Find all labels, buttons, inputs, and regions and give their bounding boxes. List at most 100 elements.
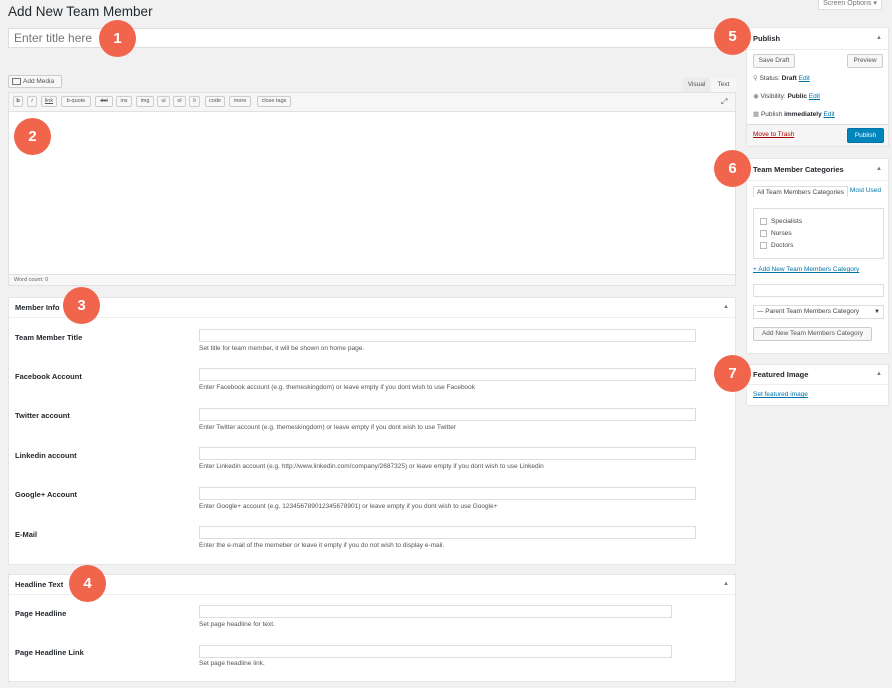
- quicktags-toolbar: b i link b-quote del ins img ul ol li co…: [9, 93, 735, 112]
- field-label: E-Mail: [15, 530, 38, 539]
- collapse-arrow-icon[interactable]: ▲: [723, 298, 729, 317]
- tab-visual[interactable]: Visual: [683, 78, 710, 92]
- headline-text-box: Headline Text ▲ Page Headline Set page h…: [8, 574, 736, 682]
- step-badge-2: 2: [14, 118, 51, 155]
- page-headline-input[interactable]: [199, 605, 672, 618]
- dropdown-arrow-icon: ▼: [874, 309, 880, 315]
- publish-value: immediately: [784, 111, 822, 118]
- qt-img-button[interactable]: img: [136, 96, 154, 107]
- field-label: Google+ Account: [15, 490, 78, 499]
- member-info-header[interactable]: Member Info ▲: [9, 298, 735, 318]
- visibility-label: Visibility:: [760, 93, 786, 100]
- pin-icon: ⚲: [753, 75, 758, 82]
- status-row: ⚲ Status: Draft Edit: [753, 74, 810, 82]
- tab-text[interactable]: Text: [711, 78, 736, 92]
- step-badge-5: 5: [714, 18, 751, 55]
- status-label: Status:: [759, 75, 780, 82]
- add-new-category-link[interactable]: + Add New Team Members Category: [753, 266, 859, 273]
- field-description: Enter Linkedin account (e.g. http://www.…: [199, 463, 544, 470]
- collapse-arrow-icon[interactable]: ▲: [876, 28, 882, 49]
- field-label: Page Headline Link: [15, 648, 84, 657]
- email-input[interactable]: [199, 526, 696, 539]
- add-media-label: Add Media: [23, 78, 55, 85]
- collapse-arrow-icon[interactable]: ▲: [876, 159, 882, 180]
- move-to-trash-link[interactable]: Move to Trash: [753, 131, 794, 138]
- qt-bquote-button[interactable]: b-quote: [61, 96, 91, 107]
- collapse-arrow-icon[interactable]: ▲: [876, 365, 882, 384]
- content-editor[interactable]: b i link b-quote del ins img ul ol li co…: [8, 92, 736, 286]
- field-label: Page Headline: [15, 609, 67, 618]
- qt-ul-button[interactable]: ul: [157, 96, 170, 107]
- member-info-title: Member Info: [15, 303, 60, 312]
- add-media-button[interactable]: Add Media: [8, 75, 62, 88]
- featured-image-box: Featured Image ▲ Set featured image: [746, 364, 889, 406]
- twitter-account-input[interactable]: [199, 408, 696, 421]
- team-member-title-input[interactable]: [199, 329, 696, 342]
- set-featured-image-link[interactable]: Set featured image: [753, 391, 808, 398]
- word-count: Word count: 0: [9, 274, 735, 285]
- field-description: Set title for team member, it will be sh…: [199, 345, 365, 352]
- field-label: Linkedin account: [15, 451, 77, 460]
- visibility-value: Public: [787, 93, 807, 100]
- step-badge-6: 6: [714, 150, 751, 187]
- calendar-icon: ▦: [753, 111, 760, 118]
- collapse-arrow-icon[interactable]: ▲: [723, 575, 729, 594]
- step-badge-7: 7: [714, 355, 751, 392]
- qt-li-button[interactable]: li: [189, 96, 200, 107]
- category-item[interactable]: Nurses: [760, 230, 792, 237]
- headline-text-header[interactable]: Headline Text ▲: [9, 575, 735, 595]
- google-plus-account-input[interactable]: [199, 487, 696, 500]
- save-draft-button[interactable]: Save Draft: [753, 54, 795, 68]
- facebook-account-input[interactable]: [199, 368, 696, 381]
- linkedin-account-input[interactable]: [199, 447, 696, 460]
- field-description: Set page headline for text.: [199, 621, 275, 628]
- parent-category-select[interactable]: — Parent Team Members Category ▼: [753, 305, 884, 319]
- checkbox[interactable]: [760, 242, 767, 249]
- screen-options-button[interactable]: Screen Options ▾: [818, 0, 882, 10]
- member-info-box: Member Info ▲ Team Member Title Set titl…: [8, 297, 736, 565]
- publish-actions: Move to Trash Publish: [747, 124, 888, 146]
- categories-title: Team Member Categories: [753, 165, 844, 174]
- qt-ins-button[interactable]: ins: [116, 96, 132, 107]
- checkbox[interactable]: [760, 218, 767, 225]
- field-label: Team Member Title: [15, 333, 83, 342]
- page-title: Add New Team Member: [8, 4, 153, 19]
- qt-italic-button[interactable]: i: [27, 96, 37, 107]
- qt-more-button[interactable]: more: [229, 96, 251, 107]
- preview-button[interactable]: Preview: [847, 54, 883, 68]
- headline-text-title: Headline Text: [15, 580, 64, 589]
- visibility-row: ◉ Visibility: Public Edit: [753, 92, 820, 100]
- field-label: Facebook Account: [15, 372, 82, 381]
- qt-del-button[interactable]: del: [95, 96, 113, 107]
- edit-publish-date-link[interactable]: Edit: [824, 111, 835, 118]
- featured-image-header[interactable]: Featured Image ▲: [747, 365, 888, 385]
- field-description: Enter the e-mail of the memeber or leave…: [199, 542, 445, 549]
- step-badge-4: 4: [69, 565, 106, 602]
- tab-most-used[interactable]: Most Used: [753, 186, 881, 195]
- publish-date-row: ▦ Publish immediately Edit: [753, 110, 835, 118]
- qt-code-button[interactable]: code: [205, 96, 225, 107]
- categories-header[interactable]: Team Member Categories ▲: [747, 159, 888, 181]
- category-item[interactable]: Doctors: [760, 242, 793, 249]
- fullscreen-icon[interactable]: ⤢: [721, 97, 730, 106]
- eye-icon: ◉: [753, 93, 759, 100]
- featured-image-title: Featured Image: [753, 370, 809, 379]
- page-headline-link-input[interactable]: [199, 645, 672, 658]
- publish-header[interactable]: Publish ▲: [747, 28, 888, 50]
- edit-visibility-link[interactable]: Edit: [809, 93, 820, 100]
- qt-close-tags-button[interactable]: close tags: [257, 96, 291, 107]
- qt-link-button[interactable]: link: [41, 96, 57, 107]
- edit-status-link[interactable]: Edit: [799, 75, 810, 82]
- checkbox[interactable]: [760, 230, 767, 237]
- status-value: Draft: [781, 75, 797, 82]
- new-category-input[interactable]: [753, 284, 884, 297]
- publish-title: Publish: [753, 34, 781, 43]
- category-item[interactable]: Specialists: [760, 218, 802, 225]
- field-description: Enter Google+ account (e.g. 123456789012…: [199, 503, 498, 510]
- category-label: Specialists: [771, 218, 803, 226]
- qt-ol-button[interactable]: ol: [173, 96, 186, 107]
- publish-label: Publish: [760, 111, 783, 118]
- publish-button[interactable]: Publish: [847, 128, 884, 143]
- qt-bold-button[interactable]: b: [13, 96, 23, 107]
- add-new-category-button[interactable]: Add New Team Members Category: [753, 327, 872, 341]
